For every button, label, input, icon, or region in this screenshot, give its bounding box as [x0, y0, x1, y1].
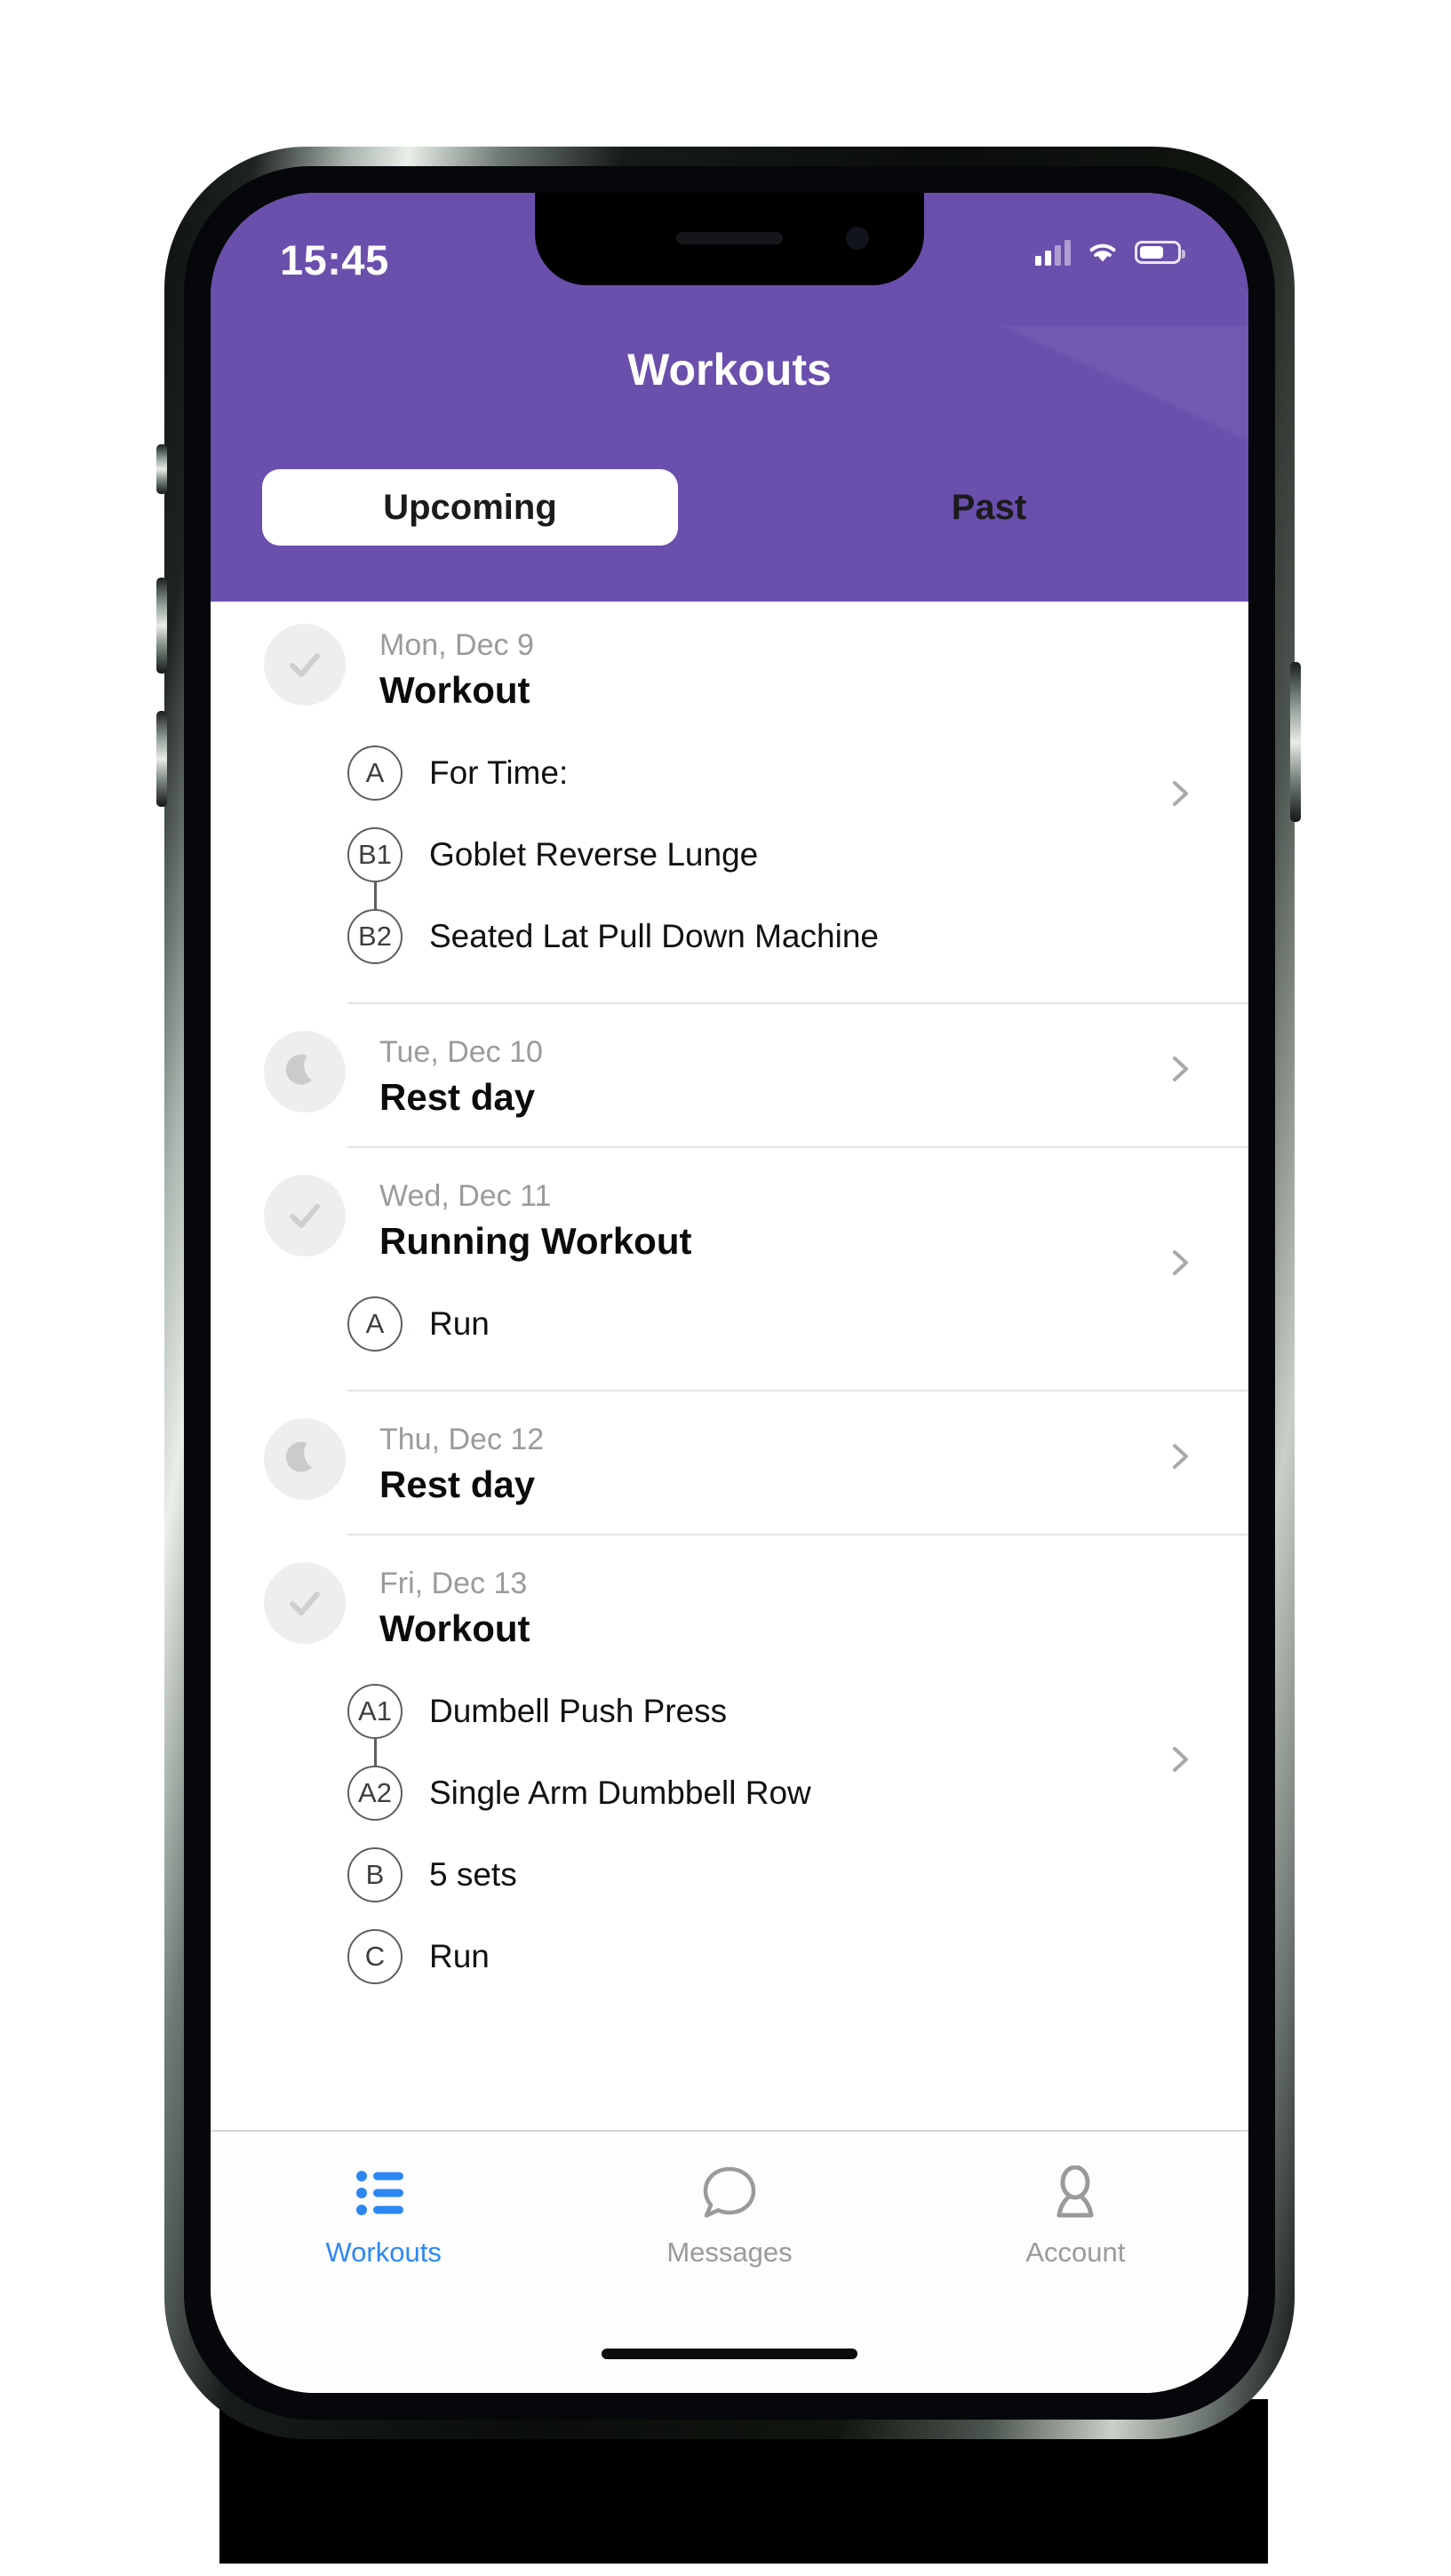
exercise-label: Dumbell Push Press	[429, 1692, 728, 1729]
power-button[interactable]	[1290, 662, 1301, 822]
status-bar-time: 15:45	[280, 236, 389, 283]
workout-day-row[interactable]: Wed, Dec 11 Running Workout A Run	[211, 1148, 1248, 1392]
screenshot-stage: Workouts Upcoming Past 15:45 Mon, Dec 9 …	[0, 0, 1451, 2576]
day-title: Workout	[379, 1607, 530, 1650]
exercise-item[interactable]: A For Time:	[347, 732, 1248, 814]
exercise-label: Run	[429, 1304, 490, 1342]
exercise-badge: B1	[347, 826, 403, 882]
home-indicator[interactable]	[602, 2349, 857, 2359]
exercise-badge: A	[347, 745, 403, 801]
tab-upcoming[interactable]: Upcoming	[211, 455, 729, 560]
tab-bar-label-messages: Messages	[666, 2237, 793, 2268]
chevron-right-icon[interactable]	[1165, 1248, 1195, 1278]
volume-down-button[interactable]	[156, 711, 167, 807]
day-header[interactable]: Wed, Dec 11 Running Workout	[211, 1174, 1248, 1265]
day-header[interactable]: Thu, Dec 12 Rest day	[211, 1417, 1248, 1509]
check-icon	[264, 624, 346, 706]
exercise-label: Single Arm Dumbbell Row	[429, 1774, 811, 1811]
day-date: Thu, Dec 12	[379, 1422, 545, 1456]
day-header[interactable]: Fri, Dec 13 Workout	[211, 1561, 1248, 1653]
day-title: Rest day	[379, 1076, 536, 1119]
exercise-badge: A2	[347, 1765, 403, 1821]
workout-day-row[interactable]: Mon, Dec 9 Workout A For Time: B1 Goblet Reve…	[211, 597, 1248, 1004]
day-text: Mon, Dec 9 Workout	[379, 624, 534, 714]
day-title: Workout	[379, 669, 530, 712]
exercise-list: A For Time: B1 Goblet Reverse Lunge B2 Seated…	[211, 732, 1248, 977]
cellular-signal-icon	[1035, 239, 1071, 266]
page-title: Workouts	[627, 345, 832, 395]
check-icon	[264, 1174, 346, 1256]
chevron-right-icon[interactable]	[1165, 1054, 1195, 1084]
tab-past-label: Past	[951, 487, 1027, 527]
day-date: Fri, Dec 13	[379, 1566, 528, 1600]
exercise-badge: A	[347, 1296, 403, 1352]
exercise-badge: B	[347, 1846, 403, 1902]
list-icon	[355, 2162, 412, 2224]
exercise-list: A Run	[211, 1283, 1248, 1365]
workout-list[interactable]: Mon, Dec 9 Workout A For Time: B1 Goblet Reve…	[211, 597, 1248, 2130]
front-camera	[846, 227, 869, 250]
day-date: Mon, Dec 9	[379, 628, 534, 662]
chevron-right-icon[interactable]	[1165, 778, 1195, 809]
segmented-control: Upcoming Past	[211, 455, 1248, 560]
volume-up-button[interactable]	[156, 578, 167, 674]
person-icon	[1047, 2162, 1104, 2224]
exercise-label: Goblet Reverse Lunge	[429, 835, 759, 873]
battery-icon	[1135, 241, 1185, 264]
status-bar-icons	[1035, 239, 1185, 266]
day-text: Fri, Dec 13 Workout	[379, 1562, 530, 1653]
workout-day-row[interactable]: Tue, Dec 10 Rest day	[211, 1004, 1248, 1148]
exercise-item[interactable]: A1 Dumbell Push Press	[347, 1671, 1248, 1773]
day-text: Wed, Dec 11 Running Workout	[379, 1175, 691, 1265]
workout-day-row[interactable]: Fri, Dec 13 Workout A1 Dumbell Push Press A2…	[211, 1535, 1248, 1998]
chevron-right-icon[interactable]	[1165, 1441, 1195, 1471]
exercise-item[interactable]: C Run	[347, 1916, 1248, 1998]
earpiece-speaker	[676, 232, 783, 244]
tab-bar-item-workouts[interactable]: Workouts	[211, 2132, 556, 2393]
exercise-item[interactable]: B 5 sets	[347, 1834, 1248, 1916]
exercise-item[interactable]: B2 Seated Lat Pull Down Machine	[347, 896, 1248, 977]
workout-day-row[interactable]: Thu, Dec 12 Rest day	[211, 1392, 1248, 1535]
day-date: Tue, Dec 10	[379, 1034, 543, 1069]
tab-bar-item-account[interactable]: Account	[903, 2132, 1248, 2393]
day-header[interactable]: Tue, Dec 10 Rest day	[211, 1030, 1248, 1121]
exercise-label: Run	[429, 1937, 490, 1974]
tab-upcoming-label: Upcoming	[383, 487, 557, 527]
exercise-item[interactable]: A2 Single Arm Dumbbell Row	[347, 1752, 1248, 1834]
day-date: Wed, Dec 11	[379, 1178, 552, 1213]
exercise-label: For Time:	[429, 754, 569, 791]
wifi-icon	[1086, 239, 1120, 266]
day-title: Rest day	[379, 1463, 536, 1506]
tab-past[interactable]: Past	[729, 455, 1248, 560]
exercise-badge: C	[347, 1928, 403, 1984]
exercise-label: 5 sets	[429, 1855, 517, 1893]
mute-switch[interactable]	[156, 444, 167, 494]
day-header[interactable]: Mon, Dec 9 Workout	[211, 624, 1248, 714]
chevron-right-icon[interactable]	[1165, 1744, 1195, 1774]
exercise-list: A1 Dumbell Push Press A2 Single Arm Dumbbel…	[211, 1671, 1248, 1998]
moon-icon	[264, 1030, 346, 1113]
exercise-badge: B2	[347, 908, 403, 964]
check-icon	[264, 1561, 346, 1644]
moon-icon	[264, 1417, 346, 1500]
tab-bar-label-account: Account	[1025, 2237, 1126, 2268]
tab-bar-label-workouts: Workouts	[325, 2237, 442, 2268]
exercise-item[interactable]: A Run	[347, 1283, 1248, 1365]
exercise-label: Seated Lat Pull Down Machine	[429, 917, 879, 954]
exercise-item[interactable]: B1 Goblet Reverse Lunge	[347, 814, 1248, 916]
day-title: Running Workout	[379, 1220, 692, 1263]
device-notch	[535, 193, 924, 285]
day-text: Thu, Dec 12 Rest day	[379, 1418, 544, 1509]
phone-screen: Workouts Upcoming Past 15:45 Mon, Dec 9 …	[211, 193, 1248, 2393]
day-text: Tue, Dec 10 Rest day	[379, 1031, 543, 1121]
exercise-badge: A1	[347, 1683, 403, 1739]
speech-bubble-icon	[698, 2162, 761, 2224]
